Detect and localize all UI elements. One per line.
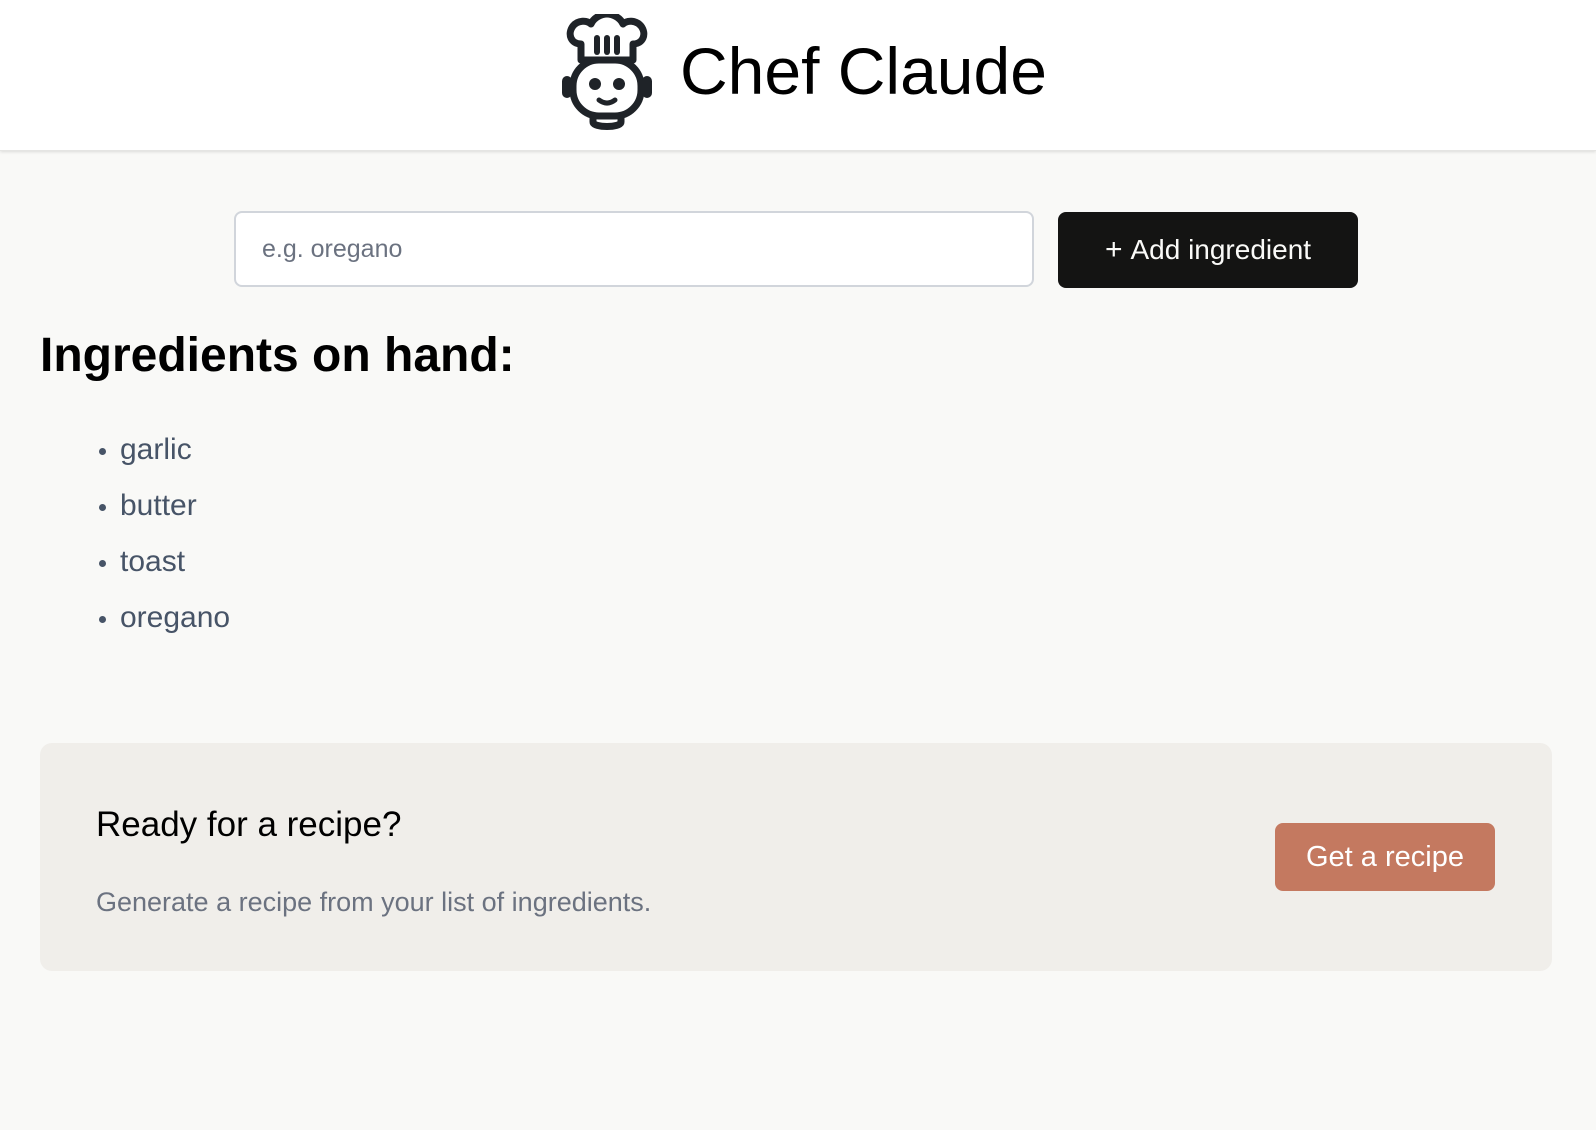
get-recipe-button[interactable]: Get a recipe: [1275, 823, 1495, 891]
ingredient-item: oregano: [120, 590, 230, 646]
ingredient-input[interactable]: [234, 211, 1034, 287]
chef-robot-icon: [562, 14, 652, 130]
app-title: Chef Claude: [680, 34, 1047, 108]
add-ingredient-button[interactable]: + Add ingredient: [1058, 212, 1358, 288]
ingredients-heading: Ingredients on hand:: [40, 329, 515, 382]
recipe-card-subtitle: Generate a recipe from your list of ingr…: [96, 887, 652, 917]
add-ingredient-button-label: Add ingredient: [1130, 234, 1312, 265]
ingredients-list: garlic butter toast oregano: [40, 422, 230, 646]
plus-icon: +: [1104, 233, 1123, 266]
ingredient-item: toast: [120, 534, 230, 590]
get-recipe-card: Ready for a recipe? Generate a recipe fr…: [40, 743, 1552, 971]
ingredient-item: garlic: [120, 422, 230, 478]
app-header: Chef Claude: [0, 0, 1596, 151]
recipe-card-title: Ready for a recipe?: [96, 805, 402, 844]
add-ingredient-form: + Add ingredient: [234, 211, 1358, 289]
ingredient-item: butter: [120, 478, 230, 534]
